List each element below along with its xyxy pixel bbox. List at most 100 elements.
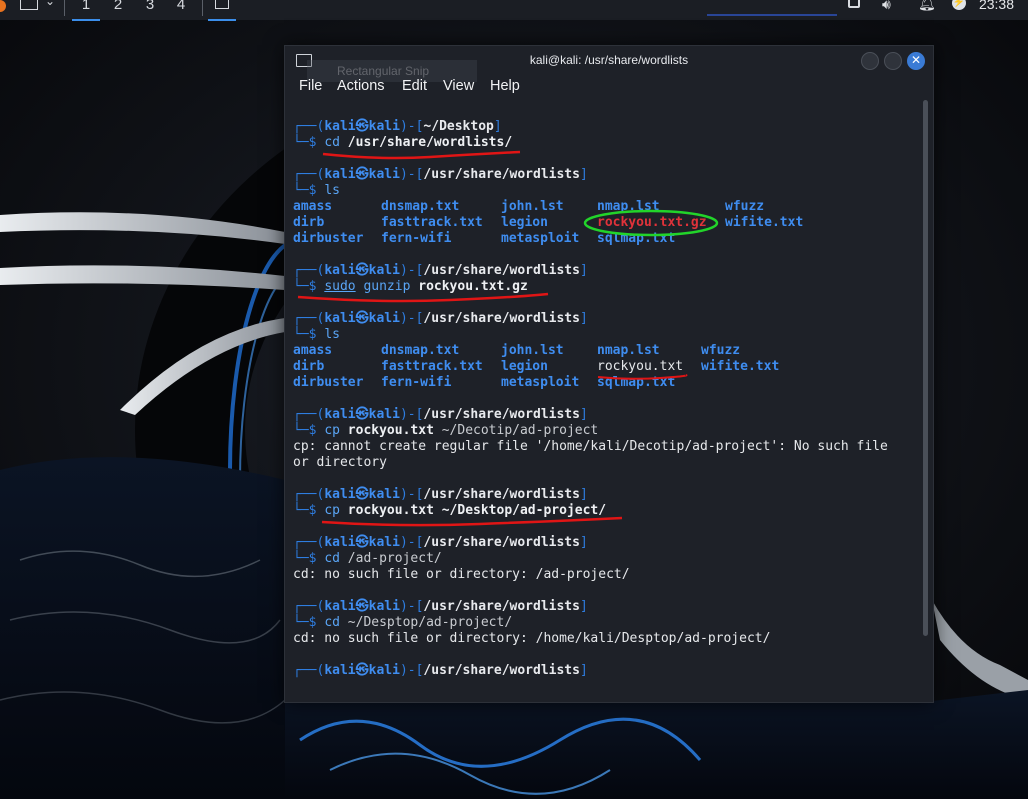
prompt-header-line: ┌──(kali㉿kali)-[/usr/share/wordlists] [293, 407, 588, 423]
command-argument: /usr/share/wordlists/ [347, 135, 513, 150]
prompt-frame: )-[ [399, 263, 424, 278]
ls-entry: amass [293, 343, 333, 358]
menu-actions[interactable]: Actions [337, 78, 385, 94]
ls-entry: dirb [293, 215, 325, 230]
menu-edit[interactable]: Edit [402, 78, 427, 94]
prompt-frame: )-[ [399, 311, 424, 326]
prompt-frame: ] [579, 663, 588, 678]
command-line: └─$ sudo gunzip rockyou.txt.gz [293, 279, 528, 295]
prompt-user-host: kali㉿kali [324, 119, 400, 134]
prompt-cwd: /usr/share/wordlists [423, 663, 580, 678]
command-output-line: cd: no such file or directory: /home/kal… [293, 631, 770, 647]
command-output-line: cp: cannot create regular file '/home/ka… [293, 439, 888, 455]
panel-divider [64, 0, 65, 16]
menu-help[interactable]: Help [490, 78, 520, 94]
command-line: └─$ cp rockyou.txt ~/Decotip/ad-project [293, 423, 598, 439]
prompt-frame: ┌──( [293, 487, 325, 502]
chevron-down-icon[interactable]: ⌄ [45, 0, 61, 8]
prompt-cwd: /usr/share/wordlists [423, 599, 580, 614]
prompt-frame: ┌──( [293, 407, 325, 422]
prompt-header-line: ┌──(kali㉿kali)-[/usr/share/wordlists] [293, 663, 588, 679]
prompt-user-host: kali㉿kali [324, 535, 400, 550]
ls-entry: wfuzz [701, 343, 741, 358]
volume-icon[interactable]: 🔊︎ [882, 0, 898, 12]
ls-entry: metasploit [501, 231, 580, 246]
ls-entry: metasploit [501, 375, 580, 390]
prompt-cwd: /usr/share/wordlists [423, 487, 580, 502]
prompt-frame: )-[ [399, 487, 424, 502]
command-line: └─$ cd ~/Desptop/ad-project/ [293, 615, 512, 631]
command-argument: rockyou.txt.gz [418, 279, 528, 294]
prompt-frame: )-[ [399, 535, 424, 550]
prompt-header-line: ┌──(kali㉿kali)-[/usr/share/wordlists] [293, 263, 588, 279]
prompt-corner: └─$ [293, 279, 317, 294]
workspace-4-button[interactable]: 4 [167, 0, 195, 19]
prompt-frame: ] [579, 407, 588, 422]
workspace-3-button[interactable]: 3 [136, 0, 164, 19]
ls-entry: legion [501, 215, 548, 230]
prompt-user-host: kali㉿kali [324, 599, 400, 614]
ls-entry: rockyou.txt.gz [597, 215, 707, 230]
maximize-button[interactable] [884, 52, 902, 70]
command-sudo: sudo [324, 279, 356, 294]
ls-entry: fasttrack.txt [381, 359, 483, 374]
prompt-user-host: kali㉿kali [324, 663, 400, 678]
window-titlebar[interactable]: Rectangular Snip kali@kali: /usr/share/w… [285, 46, 933, 82]
ls-entry: sqlmap.txt [597, 231, 676, 246]
prompt-frame: ┌──( [293, 663, 325, 678]
minimize-button[interactable] [861, 52, 879, 70]
clipboard-icon[interactable] [848, 0, 860, 8]
top-panel: ⌄ 1 2 3 4 🔊︎ 🔔︎ ⚡ 23:38 [0, 0, 1028, 21]
menu-view[interactable]: View [443, 78, 474, 94]
workspace-1-button[interactable]: 1 [72, 0, 100, 21]
ls-entry: wifite.txt [701, 359, 780, 374]
ls-entry: wifite.txt [725, 215, 804, 230]
terminal-launcher-icon[interactable] [20, 0, 38, 10]
prompt-cwd: /usr/share/wordlists [423, 167, 580, 182]
prompt-cwd: /usr/share/wordlists [423, 407, 580, 422]
ls-entry: sqlmap.txt [597, 375, 676, 390]
command-argument: rockyou.txt [347, 503, 434, 518]
prompt-header-line: ┌──(kali㉿kali)-[/usr/share/wordlists] [293, 167, 588, 183]
power-icon[interactable]: ⚡ [952, 0, 966, 10]
workspace-2-button[interactable]: 2 [104, 0, 132, 19]
command-line: └─$ ls [293, 183, 340, 199]
ls-entry: dirb [293, 359, 325, 374]
prompt-user-host: kali㉿kali [324, 263, 400, 278]
ls-entry: dnsmap.txt [381, 343, 460, 358]
command-line: └─$ cd /usr/share/wordlists/ [293, 135, 512, 151]
ls-entry: amass [293, 199, 333, 214]
notifications-bell-icon[interactable]: 🔔︎ [918, 0, 936, 11]
prompt-user-host: kali㉿kali [324, 167, 400, 182]
panel-clock[interactable]: 23:38 [979, 0, 1014, 12]
prompt-frame: )-[ [399, 407, 424, 422]
command-argument: ~/Decotip/ad-project [441, 423, 599, 438]
taskbar-terminal-button[interactable] [208, 0, 236, 21]
prompt-frame: )-[ [399, 119, 424, 134]
command-name: ls [324, 183, 340, 198]
prompt-corner: └─$ [293, 135, 317, 150]
prompt-corner: └─$ [293, 615, 317, 630]
prompt-cwd: /usr/share/wordlists [423, 535, 580, 550]
command-name: gunzip [363, 279, 411, 294]
scrollbar[interactable] [923, 100, 928, 636]
menubar: File Actions Edit View Help [285, 76, 933, 100]
prompt-frame: ] [579, 599, 588, 614]
menu-file[interactable]: File [299, 78, 322, 94]
prompt-frame: ┌──( [293, 535, 325, 550]
window-title: kali@kali: /usr/share/wordlists [529, 53, 689, 67]
prompt-frame: ] [579, 263, 588, 278]
ls-entry: dirbuster [293, 231, 364, 246]
prompt-corner: └─$ [293, 551, 317, 566]
command-name: cd [324, 615, 340, 630]
prompt-corner: └─$ [293, 327, 317, 342]
firefox-icon[interactable] [0, 0, 6, 12]
ls-entry: dirbuster [293, 375, 364, 390]
output-text: cp: cannot create regular file '/home/ka… [293, 439, 888, 454]
prompt-header-line: ┌──(kali㉿kali)-[/usr/share/wordlists] [293, 535, 588, 551]
ls-entry: nmap.lst [597, 199, 660, 214]
prompt-header-line: ┌──(kali㉿kali)-[/usr/share/wordlists] [293, 599, 588, 615]
command-argument: rockyou.txt [347, 423, 434, 438]
close-button[interactable]: ✕ [907, 52, 925, 70]
terminal-icon [215, 0, 229, 9]
